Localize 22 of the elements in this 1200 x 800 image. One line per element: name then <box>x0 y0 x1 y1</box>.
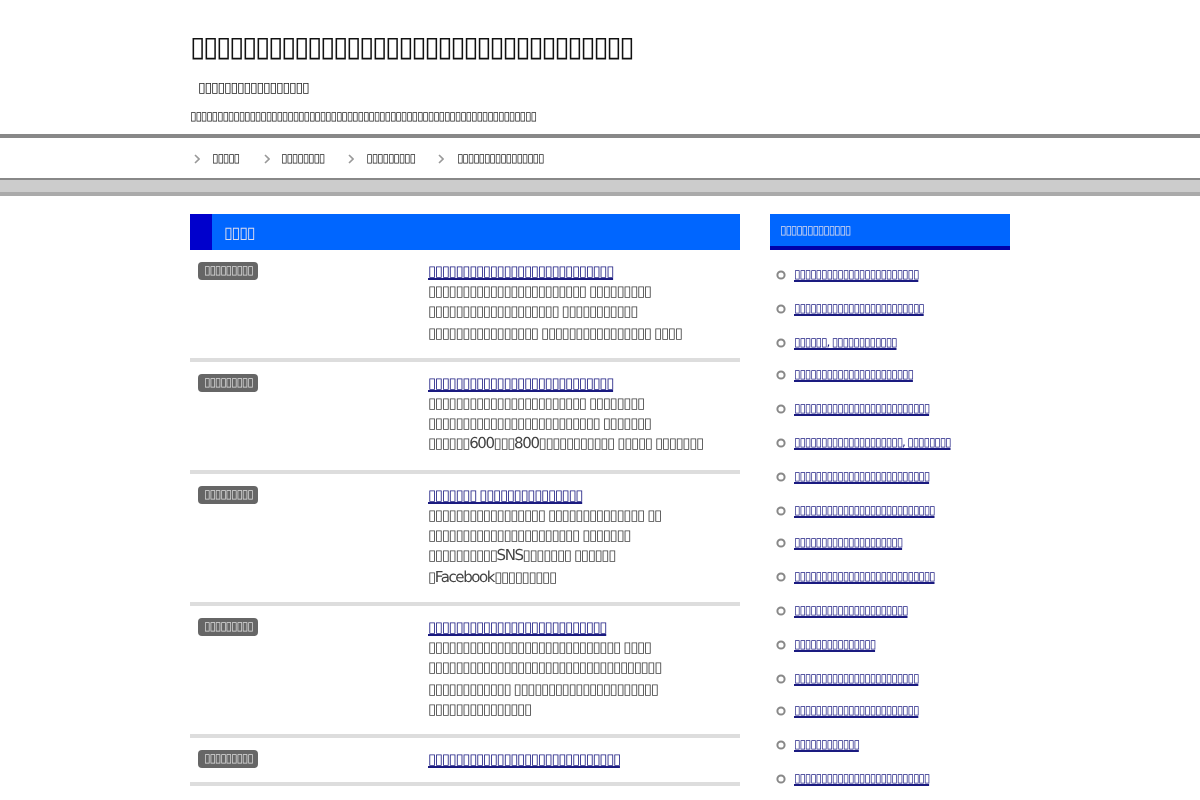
bullet-icon <box>776 370 786 381</box>
bullet-icon <box>776 471 786 482</box>
bullet-icon <box>776 505 786 516</box>
chevron-icon <box>263 153 270 163</box>
bullet-icon <box>776 437 786 448</box>
bullet-icon <box>776 303 786 314</box>
section-heading: ▯▯▯▯ <box>190 214 740 250</box>
bullet-icon <box>776 404 786 415</box>
chevron-icon <box>194 153 200 163</box>
bullet-icon <box>776 572 786 583</box>
bullet-icon <box>776 673 786 684</box>
bullet-icon <box>776 740 786 751</box>
bullet-icon <box>776 538 786 549</box>
bullet-icon <box>776 337 786 348</box>
bullet-icon <box>776 639 786 650</box>
site-title: ▯▯▯▯▯▯▯▯▯▯▯▯▯▯▯▯▯▯▯▯▯▯▯▯▯▯▯▯▯▯▯▯▯▯ <box>190 30 633 68</box>
bullet-icon <box>776 605 786 616</box>
bullet-icon <box>776 706 786 717</box>
chevron-icon <box>438 153 445 163</box>
bullet-icon <box>776 773 786 784</box>
bullet-icon <box>776 270 786 280</box>
chevron-icon <box>348 153 355 163</box>
